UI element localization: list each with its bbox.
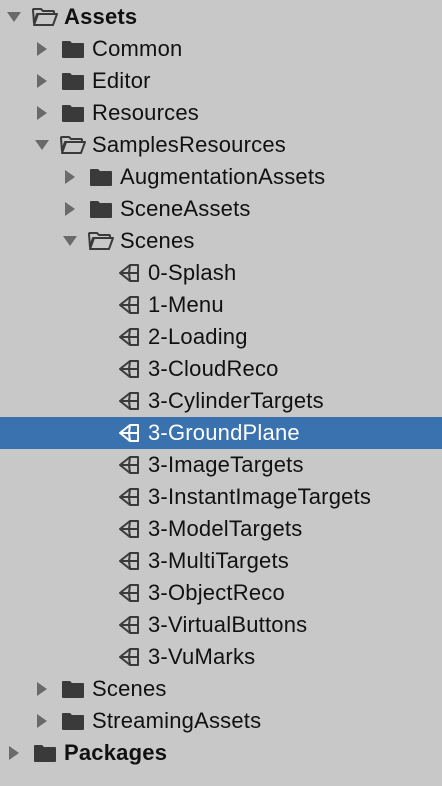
tree-item-scene[interactable]: 1-Menu — [0, 289, 442, 321]
tree-item-label: Packages — [64, 740, 168, 765]
tree-item-folder[interactable]: Editor — [0, 65, 442, 97]
empty-arrow-slot — [90, 457, 106, 473]
tree-item-folder[interactable]: SamplesResources — [0, 129, 442, 161]
unity-scene-icon — [116, 358, 142, 380]
folder-open-icon — [60, 134, 86, 156]
tree-item-label: 3-ObjectReco — [148, 580, 285, 605]
tree-item-folder[interactable]: StreamingAssets — [0, 705, 442, 737]
unity-scene-icon — [116, 454, 142, 476]
unity-scene-icon — [116, 550, 142, 572]
tree-item-label: 1-Menu — [148, 292, 224, 317]
tree-item-folder[interactable]: AugmentationAssets — [0, 161, 442, 193]
unity-scene-icon — [116, 518, 142, 540]
empty-arrow-slot — [90, 521, 106, 537]
tree-item-scene[interactable]: 3-VuMarks — [0, 641, 442, 673]
tree-item-label: Common — [92, 36, 183, 61]
tree-item-scene[interactable]: 3-InstantImageTargets — [0, 481, 442, 513]
empty-arrow-slot — [90, 361, 106, 377]
tree-item-scene[interactable]: 3-ObjectReco — [0, 577, 442, 609]
expanded-arrow-icon[interactable] — [34, 137, 50, 153]
tree-item-label: Resources — [92, 100, 199, 125]
tree-item-folder[interactable]: Resources — [0, 97, 442, 129]
folder-icon — [88, 198, 114, 220]
empty-arrow-slot — [90, 425, 106, 441]
collapsed-arrow-icon[interactable] — [34, 41, 50, 57]
tree-item-label: 0-Splash — [148, 260, 237, 285]
empty-arrow-slot — [90, 297, 106, 313]
project-tree: Assets Common Editor Resources SamplesResour… — [0, 0, 442, 786]
empty-arrow-slot — [90, 649, 106, 665]
collapsed-arrow-icon[interactable] — [62, 169, 78, 185]
tree-item-scene[interactable]: 3-VirtualButtons — [0, 609, 442, 641]
tree-item-folder[interactable]: Common — [0, 33, 442, 65]
tree-item-label: SamplesResources — [92, 132, 286, 157]
folder-icon — [88, 166, 114, 188]
empty-arrow-slot — [90, 553, 106, 569]
tree-item-label: 3-ImageTargets — [148, 452, 304, 477]
collapsed-arrow-icon[interactable] — [62, 201, 78, 217]
collapsed-arrow-icon[interactable] — [34, 681, 50, 697]
unity-scene-icon — [116, 390, 142, 412]
collapsed-arrow-icon[interactable] — [34, 73, 50, 89]
tree-item-label: StreamingAssets — [92, 708, 262, 733]
tree-item-scene[interactable]: 3-ModelTargets — [0, 513, 442, 545]
tree-item-label: 2-Loading — [148, 324, 248, 349]
unity-scene-icon — [116, 294, 142, 316]
tree-item-folder[interactable]: Scenes — [0, 673, 442, 705]
tree-item-label: 3-GroundPlane — [148, 420, 300, 445]
tree-item-scene[interactable]: 3-CloudReco — [0, 353, 442, 385]
folder-icon — [60, 38, 86, 60]
unity-scene-icon — [116, 646, 142, 668]
unity-scene-icon — [116, 486, 142, 508]
tree-item-label: 3-VirtualButtons — [148, 612, 308, 637]
empty-arrow-slot — [90, 329, 106, 345]
empty-arrow-slot — [90, 617, 106, 633]
unity-scene-icon — [116, 326, 142, 348]
empty-arrow-slot — [90, 489, 106, 505]
tree-item-scene[interactable]: 0-Splash — [0, 257, 442, 289]
collapsed-arrow-icon[interactable] — [34, 713, 50, 729]
tree-item-label: Assets — [64, 4, 138, 29]
tree-item-label: AugmentationAssets — [120, 164, 326, 189]
empty-arrow-slot — [90, 265, 106, 281]
folder-open-icon — [88, 230, 114, 252]
tree-item-label: Scenes — [92, 676, 167, 701]
expanded-arrow-icon[interactable] — [62, 233, 78, 249]
tree-item-scene[interactable]: 3-CylinderTargets — [0, 385, 442, 417]
unity-scene-icon — [116, 614, 142, 636]
tree-item-scene[interactable]: 3-ImageTargets — [0, 449, 442, 481]
tree-item-label: 3-InstantImageTargets — [148, 484, 372, 509]
unity-scene-icon — [116, 262, 142, 284]
tree-item-label: 3-MultiTargets — [148, 548, 289, 573]
tree-item-label: 3-VuMarks — [148, 644, 256, 669]
folder-icon — [60, 102, 86, 124]
tree-item-label: 3-CloudReco — [148, 356, 279, 381]
tree-item-folder[interactable]: Scenes — [0, 225, 442, 257]
tree-item-folder[interactable]: Assets — [0, 1, 442, 33]
folder-open-icon — [32, 6, 58, 28]
tree-item-folder[interactable]: Packages — [0, 737, 442, 769]
tree-item-scene[interactable]: 2-Loading — [0, 321, 442, 353]
empty-arrow-slot — [90, 585, 106, 601]
folder-icon — [60, 710, 86, 732]
tree-item-label: SceneAssets — [120, 196, 251, 221]
empty-arrow-slot — [90, 393, 106, 409]
unity-scene-icon — [116, 422, 142, 444]
tree-item-folder[interactable]: SceneAssets — [0, 193, 442, 225]
tree-item-scene[interactable]: 3-MultiTargets — [0, 545, 442, 577]
tree-item-scene[interactable]: 3-GroundPlane — [0, 417, 442, 449]
collapsed-arrow-icon[interactable] — [6, 745, 22, 761]
folder-icon — [60, 70, 86, 92]
tree-item-label: Editor — [92, 68, 151, 93]
collapsed-arrow-icon[interactable] — [34, 105, 50, 121]
folder-icon — [32, 742, 58, 764]
unity-scene-icon — [116, 582, 142, 604]
folder-icon — [60, 678, 86, 700]
expanded-arrow-icon[interactable] — [6, 9, 22, 25]
tree-item-label: 3-CylinderTargets — [148, 388, 324, 413]
tree-item-label: Scenes — [120, 228, 195, 253]
tree-item-label: 3-ModelTargets — [148, 516, 303, 541]
